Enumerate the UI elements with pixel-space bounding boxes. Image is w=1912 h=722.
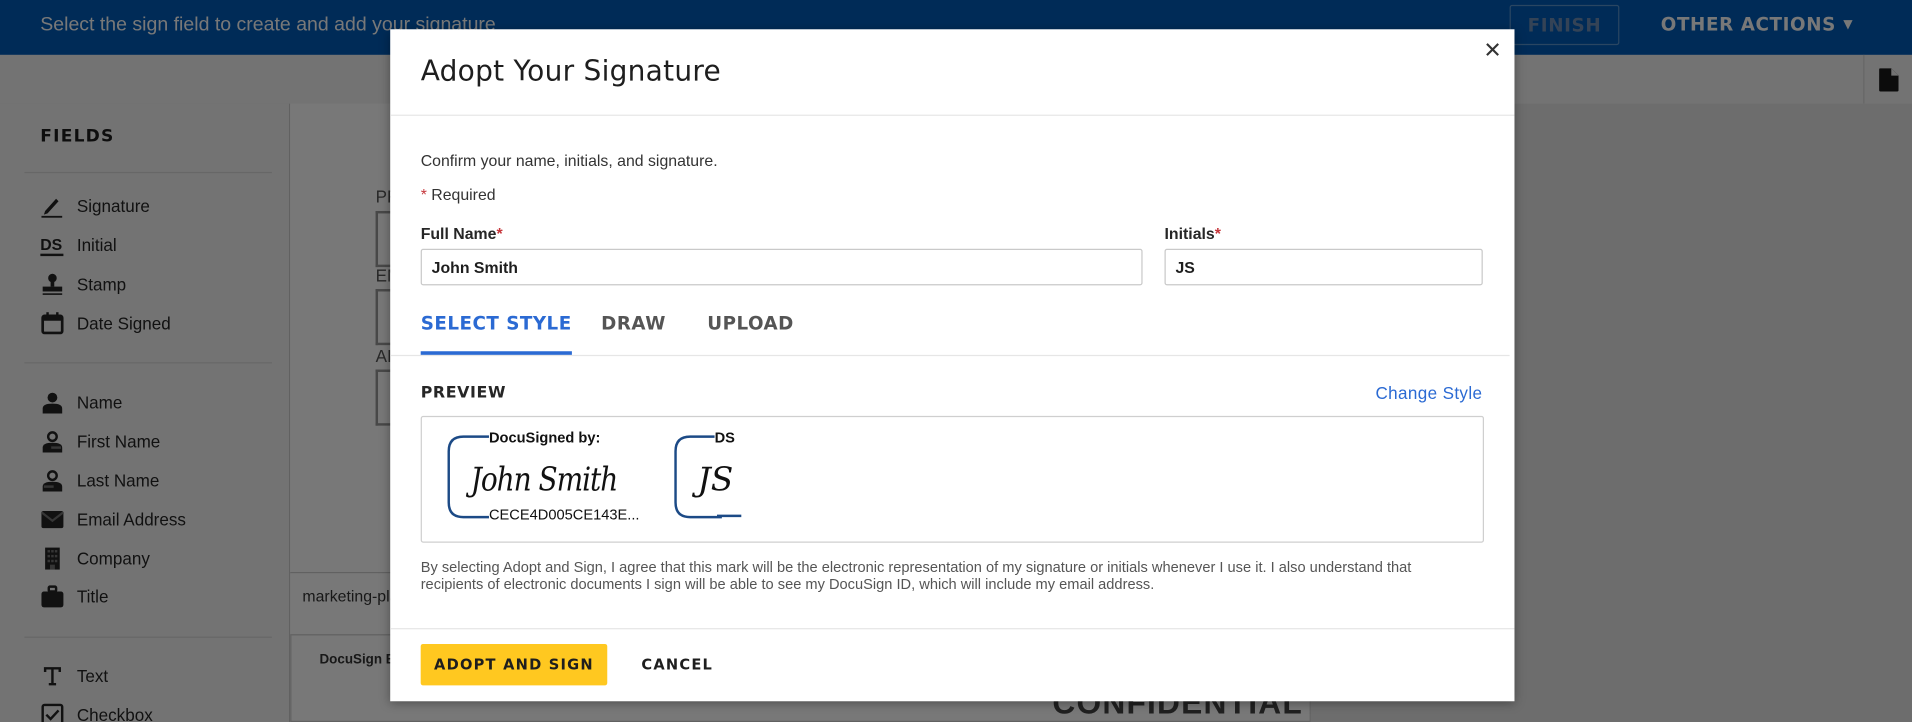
tab-draw[interactable]: DRAW	[601, 312, 666, 356]
change-style-link[interactable]: Change Style	[1375, 383, 1482, 403]
legal-disclosure: By selecting Adopt and Sign, I agree tha…	[420, 558, 1412, 593]
tabs-divider	[390, 354, 1510, 357]
full-name-label-text: Full Name	[420, 224, 497, 243]
initials-input[interactable]	[1164, 248, 1483, 286]
preview-label: PREVIEW	[420, 384, 507, 403]
signature-script: John Smith	[470, 461, 619, 499]
initials-label: Initials*	[1165, 224, 1221, 242]
footer-divider	[390, 628, 1515, 630]
header-divider	[390, 114, 1515, 116]
required-star: *	[1214, 224, 1221, 243]
tab-select-style[interactable]: SELECT STYLE	[420, 312, 572, 356]
required-text: Required	[426, 185, 496, 204]
docusign-id: CECE4D005CE143E...	[488, 506, 640, 524]
initials-label-text: Initials	[1164, 224, 1215, 243]
cancel-button[interactable]: CANCEL	[629, 644, 725, 685]
required-note: * Required	[421, 185, 496, 203]
adopt-signature-dialog: ✕ Adopt Your Signature Confirm your name…	[390, 29, 1515, 702]
docusigned-by-label: DocuSigned by:	[488, 429, 601, 447]
initials-script: JS	[697, 461, 734, 499]
tab-upload[interactable]: UPLOAD	[707, 312, 794, 356]
confirm-instructions: Confirm your name, initials, and signatu…	[420, 151, 718, 170]
signature-preview: DocuSigned by: John Smith CECE4D005CE143…	[446, 429, 665, 524]
required-star: *	[496, 224, 503, 243]
ds-label: DS	[714, 429, 735, 447]
full-name-label: Full Name*	[421, 224, 503, 242]
docusign-signing-screen: Select the sign field to create and add …	[0, 0, 1912, 722]
close-icon[interactable]: ✕	[1479, 37, 1506, 64]
adopt-and-sign-button[interactable]: ADOPT AND SIGN	[420, 643, 608, 686]
full-name-input[interactable]	[420, 248, 1143, 286]
signature-preview-box: DocuSigned by: John Smith CECE4D005CE143…	[420, 415, 1484, 543]
initials-preview: DS JS	[673, 429, 758, 522]
dialog-title: Adopt Your Signature	[420, 56, 722, 88]
